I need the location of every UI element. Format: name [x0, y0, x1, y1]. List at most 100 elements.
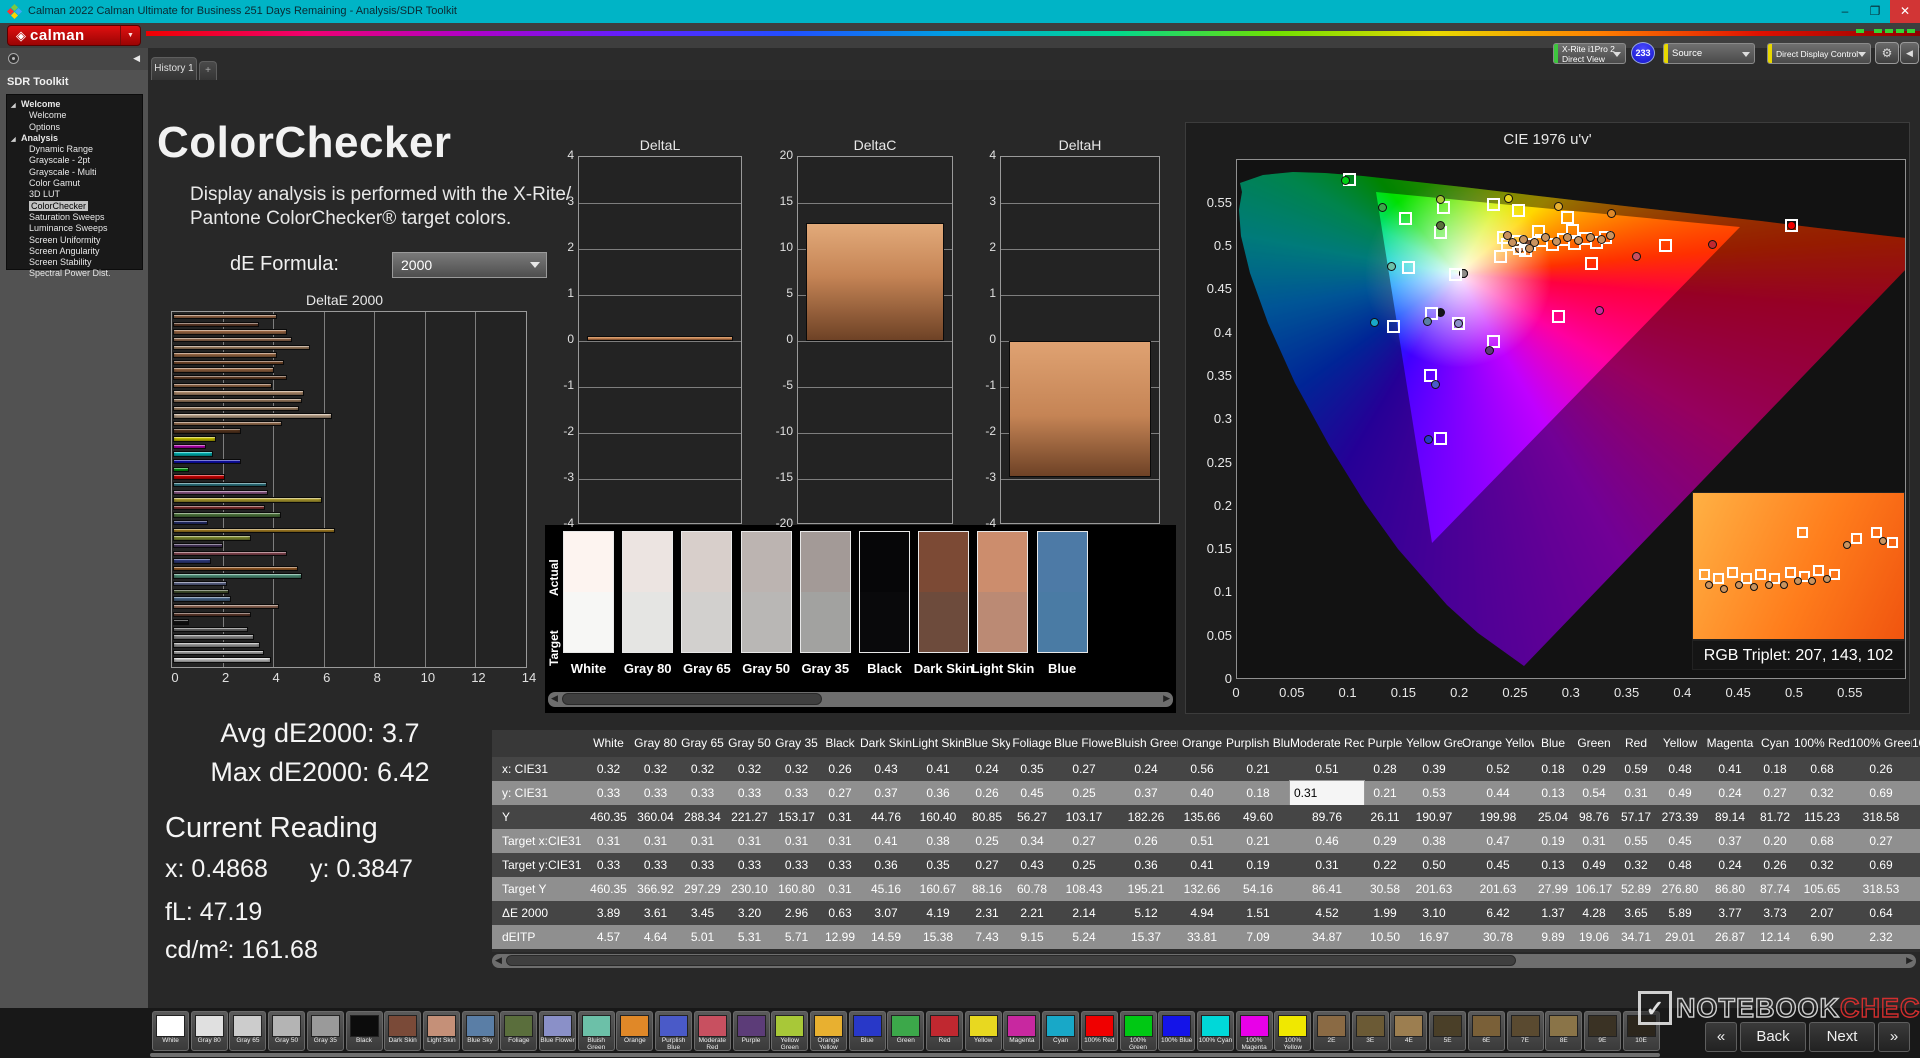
pattern-button-5e[interactable]: 5E: [1429, 1011, 1467, 1051]
table-cell[interactable]: 2.96: [773, 901, 820, 925]
scrollbar-thumb[interactable]: [506, 955, 1516, 966]
pattern-count-badge[interactable]: 233: [1631, 42, 1655, 64]
table-cell[interactable]: 0.40: [1178, 781, 1226, 805]
table-cell[interactable]: 0.33: [773, 781, 820, 805]
sidebar-collapse-button[interactable]: ◀: [133, 53, 140, 64]
pattern-button-purple[interactable]: Purple: [732, 1011, 770, 1051]
table-cell[interactable]: 26.87: [1704, 925, 1756, 949]
table-cell[interactable]: 0.63: [820, 901, 860, 925]
table-cell[interactable]: 201.63: [1406, 877, 1462, 901]
pattern-button-magenta[interactable]: Magenta: [1003, 1011, 1041, 1051]
table-cell[interactable]: 360.04: [632, 805, 679, 829]
table-cell[interactable]: 0.24: [1704, 781, 1756, 805]
tab-add-button[interactable]: +: [199, 61, 217, 80]
table-cell[interactable]: 0.22: [1364, 853, 1406, 877]
table-cell[interactable]: 0.21: [1226, 829, 1290, 853]
table-cell[interactable]: 87.74: [1756, 877, 1794, 901]
sidebar-item-luminance-sweeps[interactable]: Luminance Sweeps: [7, 223, 142, 234]
table-cell[interactable]: 0.31: [679, 829, 726, 853]
table-cell[interactable]: 1.99: [1364, 901, 1406, 925]
table-cell[interactable]: 0.54: [1572, 781, 1616, 805]
sidebar-item-spectral-power-dist-[interactable]: Spectral Power Dist.: [7, 268, 142, 279]
table-cell[interactable]: 0.36: [912, 781, 964, 805]
table-cell[interactable]: 0.33: [585, 781, 632, 805]
table-scrollbar[interactable]: ◀ ▶: [492, 954, 1916, 968]
table-cell[interactable]: 4.94: [1178, 901, 1226, 925]
table-cell[interactable]: 3.89: [585, 901, 632, 925]
table-cell[interactable]: 2.31: [964, 901, 1010, 925]
table-cell[interactable]: 86.41: [1290, 877, 1364, 901]
sidebar-item-grayscale-multi[interactable]: Grayscale - Multi: [7, 167, 142, 178]
sidebar-item-screen-angularity[interactable]: Screen Angularity: [7, 246, 142, 257]
table-cell[interactable]: 4.19: [912, 901, 964, 925]
table-cell[interactable]: 33.81: [1178, 925, 1226, 949]
pattern-button-orange-yellow[interactable]: Orange Yellow: [809, 1011, 847, 1051]
sidebar-item-color-gamut[interactable]: Color Gamut: [7, 178, 142, 189]
table-cell[interactable]: 4.28: [1572, 901, 1616, 925]
table-cell[interactable]: 0.31: [820, 829, 860, 853]
table-cell[interactable]: 0.26: [1756, 853, 1794, 877]
table-cell[interactable]: 12.14: [1756, 925, 1794, 949]
table-cell[interactable]: 0.41: [912, 757, 964, 781]
table-cell[interactable]: 0.21: [1364, 781, 1406, 805]
table-cell[interactable]: 0.31: [820, 877, 860, 901]
scroll-left-icon[interactable]: ◀: [495, 955, 502, 966]
table-cell[interactable]: 5.89: [1656, 901, 1704, 925]
table-cell[interactable]: 3.07: [860, 901, 912, 925]
table-cell[interactable]: 45.16: [860, 877, 912, 901]
scrollbar-thumb[interactable]: [562, 693, 822, 705]
pattern-button-cyan[interactable]: Cyan: [1042, 1011, 1080, 1051]
table-cell[interactable]: 12.99: [820, 925, 860, 949]
table-cell[interactable]: 2.21: [1010, 901, 1054, 925]
scroll-right-icon[interactable]: ▶: [1163, 693, 1170, 704]
table-cell[interactable]: 103.17: [1054, 805, 1114, 829]
table-cell[interactable]: 9.15: [1010, 925, 1054, 949]
sidebar-item-welcome[interactable]: ◢ Welcome: [7, 99, 142, 110]
table-cell[interactable]: 5.31: [726, 925, 773, 949]
table-cell[interactable]: 0.41: [1178, 853, 1226, 877]
table-cell[interactable]: 27.99: [1534, 877, 1572, 901]
pattern-button-6e[interactable]: 6E: [1467, 1011, 1505, 1051]
table-cell[interactable]: 195.21: [1114, 877, 1178, 901]
scroll-right-icon[interactable]: ▶: [1906, 955, 1913, 966]
table-cell[interactable]: 273.39: [1656, 805, 1704, 829]
table-cell[interactable]: 0.31: [820, 805, 860, 829]
table-cell[interactable]: 2.14: [1054, 901, 1114, 925]
table-cell[interactable]: 0.33: [679, 853, 726, 877]
pattern-button-gray-50[interactable]: Gray 50: [268, 1011, 306, 1051]
table-cell[interactable]: 0.0: [1912, 781, 1920, 805]
table-cell[interactable]: 318.58: [1850, 805, 1912, 829]
pattern-button-gray-80[interactable]: Gray 80: [190, 1011, 228, 1051]
table-cell[interactable]: 14.59: [860, 925, 912, 949]
table-cell[interactable]: 0.24: [964, 757, 1010, 781]
table-cell[interactable]: 60.78: [1010, 877, 1054, 901]
table-cell[interactable]: 98.76: [1572, 805, 1616, 829]
table-cell[interactable]: 15.38: [912, 925, 964, 949]
table-cell[interactable]: 7.09: [1226, 925, 1290, 949]
collapse-toolbar-button[interactable]: ◀: [1900, 42, 1919, 64]
pattern-button-dark-skin[interactable]: Dark Skin: [384, 1011, 422, 1051]
pattern-scrollbar[interactable]: [150, 1053, 1660, 1057]
table-cell[interactable]: 0.26: [1850, 757, 1912, 781]
table-cell[interactable]: 0.35: [1010, 757, 1054, 781]
table-cell[interactable]: 3.77: [1704, 901, 1756, 925]
sidebar-item-analysis[interactable]: ◢ Analysis: [7, 133, 142, 144]
table-cell[interactable]: 0.25: [1054, 781, 1114, 805]
table-cell[interactable]: 221.27: [726, 805, 773, 829]
table-cell[interactable]: 0.50: [1406, 853, 1462, 877]
table-cell[interactable]: 5.12: [1114, 901, 1178, 925]
table-cell[interactable]: 0.68: [1794, 757, 1850, 781]
table-cell[interactable]: 0.45: [1462, 853, 1534, 877]
pattern-button-gray-35[interactable]: Gray 35: [306, 1011, 344, 1051]
table-cell[interactable]: 0.1: [1912, 757, 1920, 781]
pattern-button-100-magenta[interactable]: 100% Magenta: [1235, 1011, 1273, 1051]
table-cell[interactable]: 25.04: [1534, 805, 1572, 829]
table-cell[interactable]: 0.45: [1656, 829, 1704, 853]
table-cell[interactable]: 0.41: [860, 829, 912, 853]
calman-menu-button[interactable]: ◈ calman ▼: [7, 25, 141, 46]
table-cell[interactable]: 0.0: [1912, 853, 1920, 877]
table-cell[interactable]: 132.66: [1178, 877, 1226, 901]
table-cell[interactable]: 44.76: [860, 805, 912, 829]
sidebar-item-3d-lut[interactable]: 3D LUT: [7, 189, 142, 200]
table-cell[interactable]: 0.31: [726, 829, 773, 853]
